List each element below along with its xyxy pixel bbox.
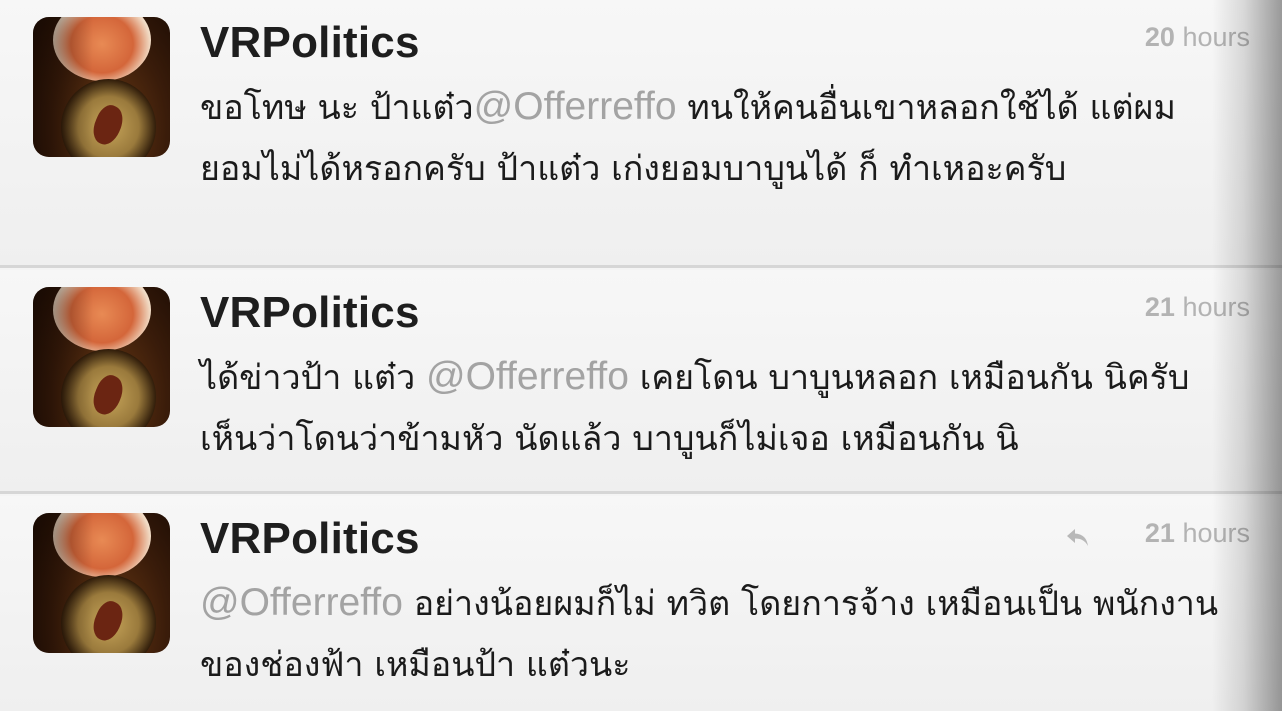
tweet-item[interactable]: VRPolitics 21 hours ได้ข่าวป้า แต๋ว @Off… [0, 270, 1282, 494]
tweet-text: ขอโทษ นะ ป้าแต๋ว@Offerreffo ทนให้คนอื่นเ… [200, 76, 1240, 200]
username[interactable]: VRPolitics [200, 288, 420, 338]
timestamp[interactable]: 21 hours [1145, 292, 1250, 323]
time-unit: hours [1182, 22, 1250, 52]
tweet-item[interactable]: VRPolitics 21 hours @Offerreffo อย่างน้อ… [0, 496, 1282, 711]
username[interactable]: VRPolitics [200, 514, 420, 564]
avatar-shade [33, 287, 93, 427]
tweet-item[interactable]: VRPolitics 20 hours ขอโทษ นะ ป้าแต๋ว@Off… [0, 0, 1282, 268]
mention-link[interactable]: @Offerreffo [200, 581, 403, 624]
tweet-text: ได้ข่าวป้า แต๋ว @Offerreffo เคยโดน บาบูน… [200, 346, 1240, 470]
avatar-shade [33, 17, 93, 157]
tweet-text-before: ขอโทษ นะ ป้าแต๋ว [200, 88, 474, 128]
tweet-timeline: VRPolitics 20 hours ขอโทษ นะ ป้าแต๋ว@Off… [0, 0, 1282, 711]
time-number: 21 [1144, 292, 1175, 322]
time-number: 20 [1144, 22, 1175, 52]
time-unit: hours [1182, 518, 1250, 548]
reply-arrow-icon [1067, 529, 1088, 546]
avatar[interactable] [33, 17, 170, 157]
tweet-text: @Offerreffo อย่างน้อยผมก็ไม่ ทวิต โดยการ… [200, 572, 1240, 696]
mention-link[interactable]: @Offerreffo [426, 355, 629, 398]
avatar-shade [33, 513, 93, 653]
time-number: 21 [1144, 518, 1175, 548]
timestamp[interactable]: 20 hours [1145, 22, 1250, 53]
username[interactable]: VRPolitics [200, 18, 420, 68]
time-unit: hours [1182, 292, 1250, 322]
tweet-text-before: ได้ข่าวป้า แต๋ว [200, 358, 426, 398]
avatar[interactable] [33, 513, 170, 653]
mention-link[interactable]: @Offerreffo [474, 85, 677, 128]
timestamp[interactable]: 21 hours [1145, 518, 1250, 549]
avatar[interactable] [33, 287, 170, 427]
